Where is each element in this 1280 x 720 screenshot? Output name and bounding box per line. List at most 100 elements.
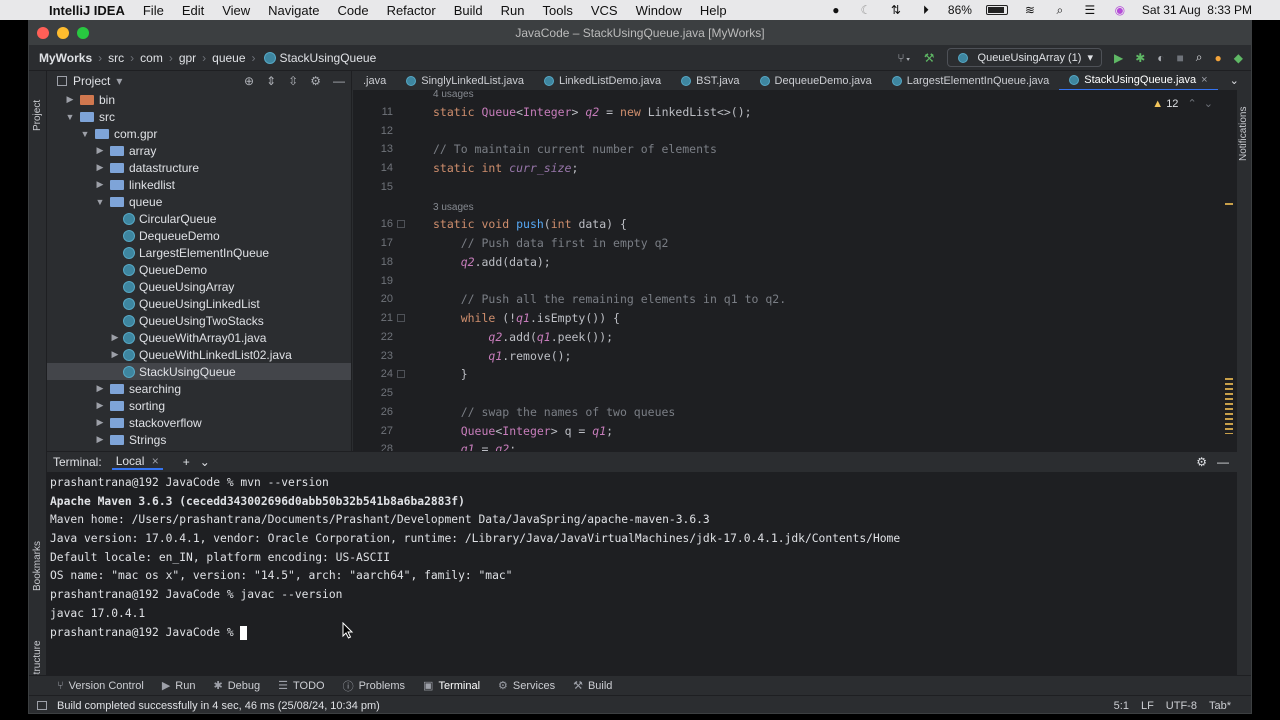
build-hammer-icon[interactable]: ⚒ (924, 51, 935, 65)
network-icon[interactable]: ⇅ (888, 3, 904, 17)
code-line[interactable]: q2.add(q1.peek()); (433, 328, 613, 347)
battery-icon[interactable] (985, 5, 1008, 15)
tree-class-item[interactable]: ▶ QueueWithArray01.java (47, 329, 351, 346)
terminal-tab-local[interactable]: Local × (111, 454, 163, 470)
tree-folder-item[interactable]: ▶ stackoverflow (47, 414, 351, 431)
editor-tab[interactable]: BST.java (671, 71, 749, 90)
tree-class-item[interactable]: QueueUsingLinkedList (47, 295, 351, 312)
notifications-stripe-button[interactable]: Notifications (1238, 107, 1249, 161)
wifi-icon[interactable]: ≋ (1022, 3, 1038, 17)
updates-icon[interactable]: ● (1215, 51, 1222, 65)
file-encoding[interactable]: UTF-8 (1166, 700, 1197, 712)
tree-class-item[interactable]: QueueDemo (47, 261, 351, 278)
tree-class-item[interactable]: ▶ QueueWithLinkedList02.java (47, 346, 351, 363)
gear-icon[interactable]: ⚙ (1196, 455, 1207, 469)
menu-run[interactable]: Run (492, 3, 534, 18)
tree-folder-item[interactable]: ▼ src (47, 108, 351, 125)
menu-vcs[interactable]: VCS (582, 3, 627, 18)
terminal-output[interactable]: prashantrana@192 JavaCode % mvn --versio… (47, 472, 1237, 642)
chevron-down-icon[interactable]: ⌄ (200, 455, 210, 469)
fold-icon[interactable] (397, 220, 405, 229)
tool-window-services[interactable]: ⚙ Services (498, 679, 555, 693)
code-area[interactable]: 4 usages static Queue<Integer> q2 = new L… (433, 89, 1223, 456)
close-icon[interactable]: × (152, 454, 159, 468)
debug-icon[interactable]: ✱ (1135, 51, 1145, 65)
code-line[interactable]: // To maintain current number of element… (433, 140, 717, 159)
close-icon[interactable]: × (1201, 74, 1207, 86)
code-line[interactable]: static void push(int data) { (433, 215, 627, 234)
plugin-icon[interactable]: ◆ (1234, 51, 1243, 65)
control-center-icon[interactable]: ☰ (1082, 3, 1098, 17)
code-line[interactable]: // swap the names of two queues (433, 403, 676, 422)
code-line[interactable]: q1.remove(); (433, 347, 571, 366)
clock[interactable]: Sat 31 Aug 8:33 PM (1142, 3, 1252, 17)
code-line[interactable]: } (433, 365, 468, 384)
chevron-down-icon[interactable]: ▼ (64, 112, 76, 122)
vcs-icon[interactable]: ⑂▾ (897, 51, 911, 65)
tree-class-item[interactable]: DequeueDemo (47, 227, 351, 244)
tree-folder-item[interactable]: ▶ datastructure (47, 159, 351, 176)
chevron-up-icon[interactable]: ⌃ (1188, 98, 1197, 110)
menu-refactor[interactable]: Refactor (378, 3, 445, 18)
tool-window-debug[interactable]: ✱ Debug (213, 679, 260, 693)
status-message[interactable]: Build completed successfully in 4 sec, 4… (57, 700, 380, 712)
tree-folder-item[interactable]: ▶ linkedlist (47, 176, 351, 193)
breadcrumb-queue[interactable]: queue (212, 51, 245, 65)
indent-setting[interactable]: Tab* (1209, 700, 1231, 712)
breadcrumb-class[interactable]: StackUsingQueue (280, 51, 377, 65)
usage-hint[interactable]: 4 usages (433, 84, 474, 103)
usage-hint[interactable]: 3 usages (433, 197, 474, 216)
menu-view[interactable]: View (213, 3, 259, 18)
tree-folder-item[interactable]: ▶ sorting (47, 397, 351, 414)
tool-window-problems[interactable]: ⓘ Problems (343, 678, 405, 694)
tool-window-terminal[interactable]: ▣ Terminal (423, 679, 480, 693)
chevron-right-icon[interactable]: ▶ (64, 94, 76, 105)
add-tab-icon[interactable]: + (183, 455, 190, 469)
chevron-right-icon[interactable]: ▶ (109, 332, 121, 343)
chevron-right-icon[interactable]: ▶ (94, 417, 106, 428)
search-everywhere-icon[interactable]: ⌕ (1196, 50, 1203, 65)
tree-class-item[interactable]: StackUsingQueue (47, 363, 351, 380)
chevron-down-icon[interactable]: ⌄ (1204, 98, 1213, 110)
search-icon[interactable]: ⌕ (1052, 3, 1068, 17)
stop-icon[interactable]: ■ (1177, 51, 1184, 65)
editor-tab[interactable]: StackUsingQueue.java × (1059, 71, 1218, 90)
tree-class-item[interactable]: LargestElementInQueue (47, 244, 351, 261)
tree-folder-item[interactable]: ▶ Strings (47, 431, 351, 448)
chevron-down-icon[interactable]: ▾ (116, 74, 122, 88)
expand-all-icon[interactable]: ⇕ (266, 74, 276, 88)
menu-tools[interactable]: Tools (533, 3, 581, 18)
bookmarks-stripe-button[interactable]: Bookmarks (32, 541, 43, 591)
tree-folder-item[interactable]: ▶ array (47, 142, 351, 159)
chevron-right-icon[interactable]: ▶ (94, 162, 106, 173)
tree-class-item[interactable]: QueueUsingArray (47, 278, 351, 295)
tree-folder-item[interactable]: ▶ searching (47, 380, 351, 397)
chevron-right-icon[interactable]: ▶ (94, 434, 106, 445)
tool-window-run[interactable]: ▶ Run (162, 679, 196, 693)
hide-icon[interactable]: — (333, 74, 345, 88)
tab-list-icon[interactable]: ⌄ (1218, 74, 1237, 87)
breadcrumb-project[interactable]: MyWorks (39, 51, 92, 65)
chevron-down-icon[interactable]: ▼ (94, 197, 106, 207)
code-line[interactable]: // Push data first in empty q2 (433, 234, 669, 253)
chevron-right-icon[interactable]: ▶ (94, 179, 106, 190)
chevron-right-icon[interactable]: ▶ (94, 145, 106, 156)
siri-icon[interactable]: ◉ (1112, 3, 1128, 17)
menu-file[interactable]: File (134, 3, 173, 18)
editor-tab[interactable]: LargestElementInQueue.java (882, 71, 1059, 90)
terminal-prompt-line[interactable]: prashantrana@192 JavaCode % (47, 624, 1237, 643)
tool-window-version-control[interactable]: ⑂ Version Control (57, 680, 144, 692)
tool-window-todo[interactable]: ☰ TODO (278, 679, 324, 693)
menu-navigate[interactable]: Navigate (259, 3, 328, 18)
tool-window-build[interactable]: ⚒ Build (573, 679, 612, 693)
moon-icon[interactable]: ☾ (858, 3, 874, 17)
menu-code[interactable]: Code (328, 3, 377, 18)
code-line[interactable]: while (!q1.isEmpty()) { (433, 309, 620, 328)
status-icon[interactable] (37, 701, 47, 710)
line-separator[interactable]: LF (1141, 700, 1154, 712)
menu-build[interactable]: Build (445, 3, 492, 18)
tree-folder-item[interactable]: ▶ bin (47, 91, 351, 108)
caret-position[interactable]: 5:1 (1114, 700, 1129, 712)
fold-icon[interactable] (397, 314, 405, 322)
menu-edit[interactable]: Edit (173, 3, 213, 18)
